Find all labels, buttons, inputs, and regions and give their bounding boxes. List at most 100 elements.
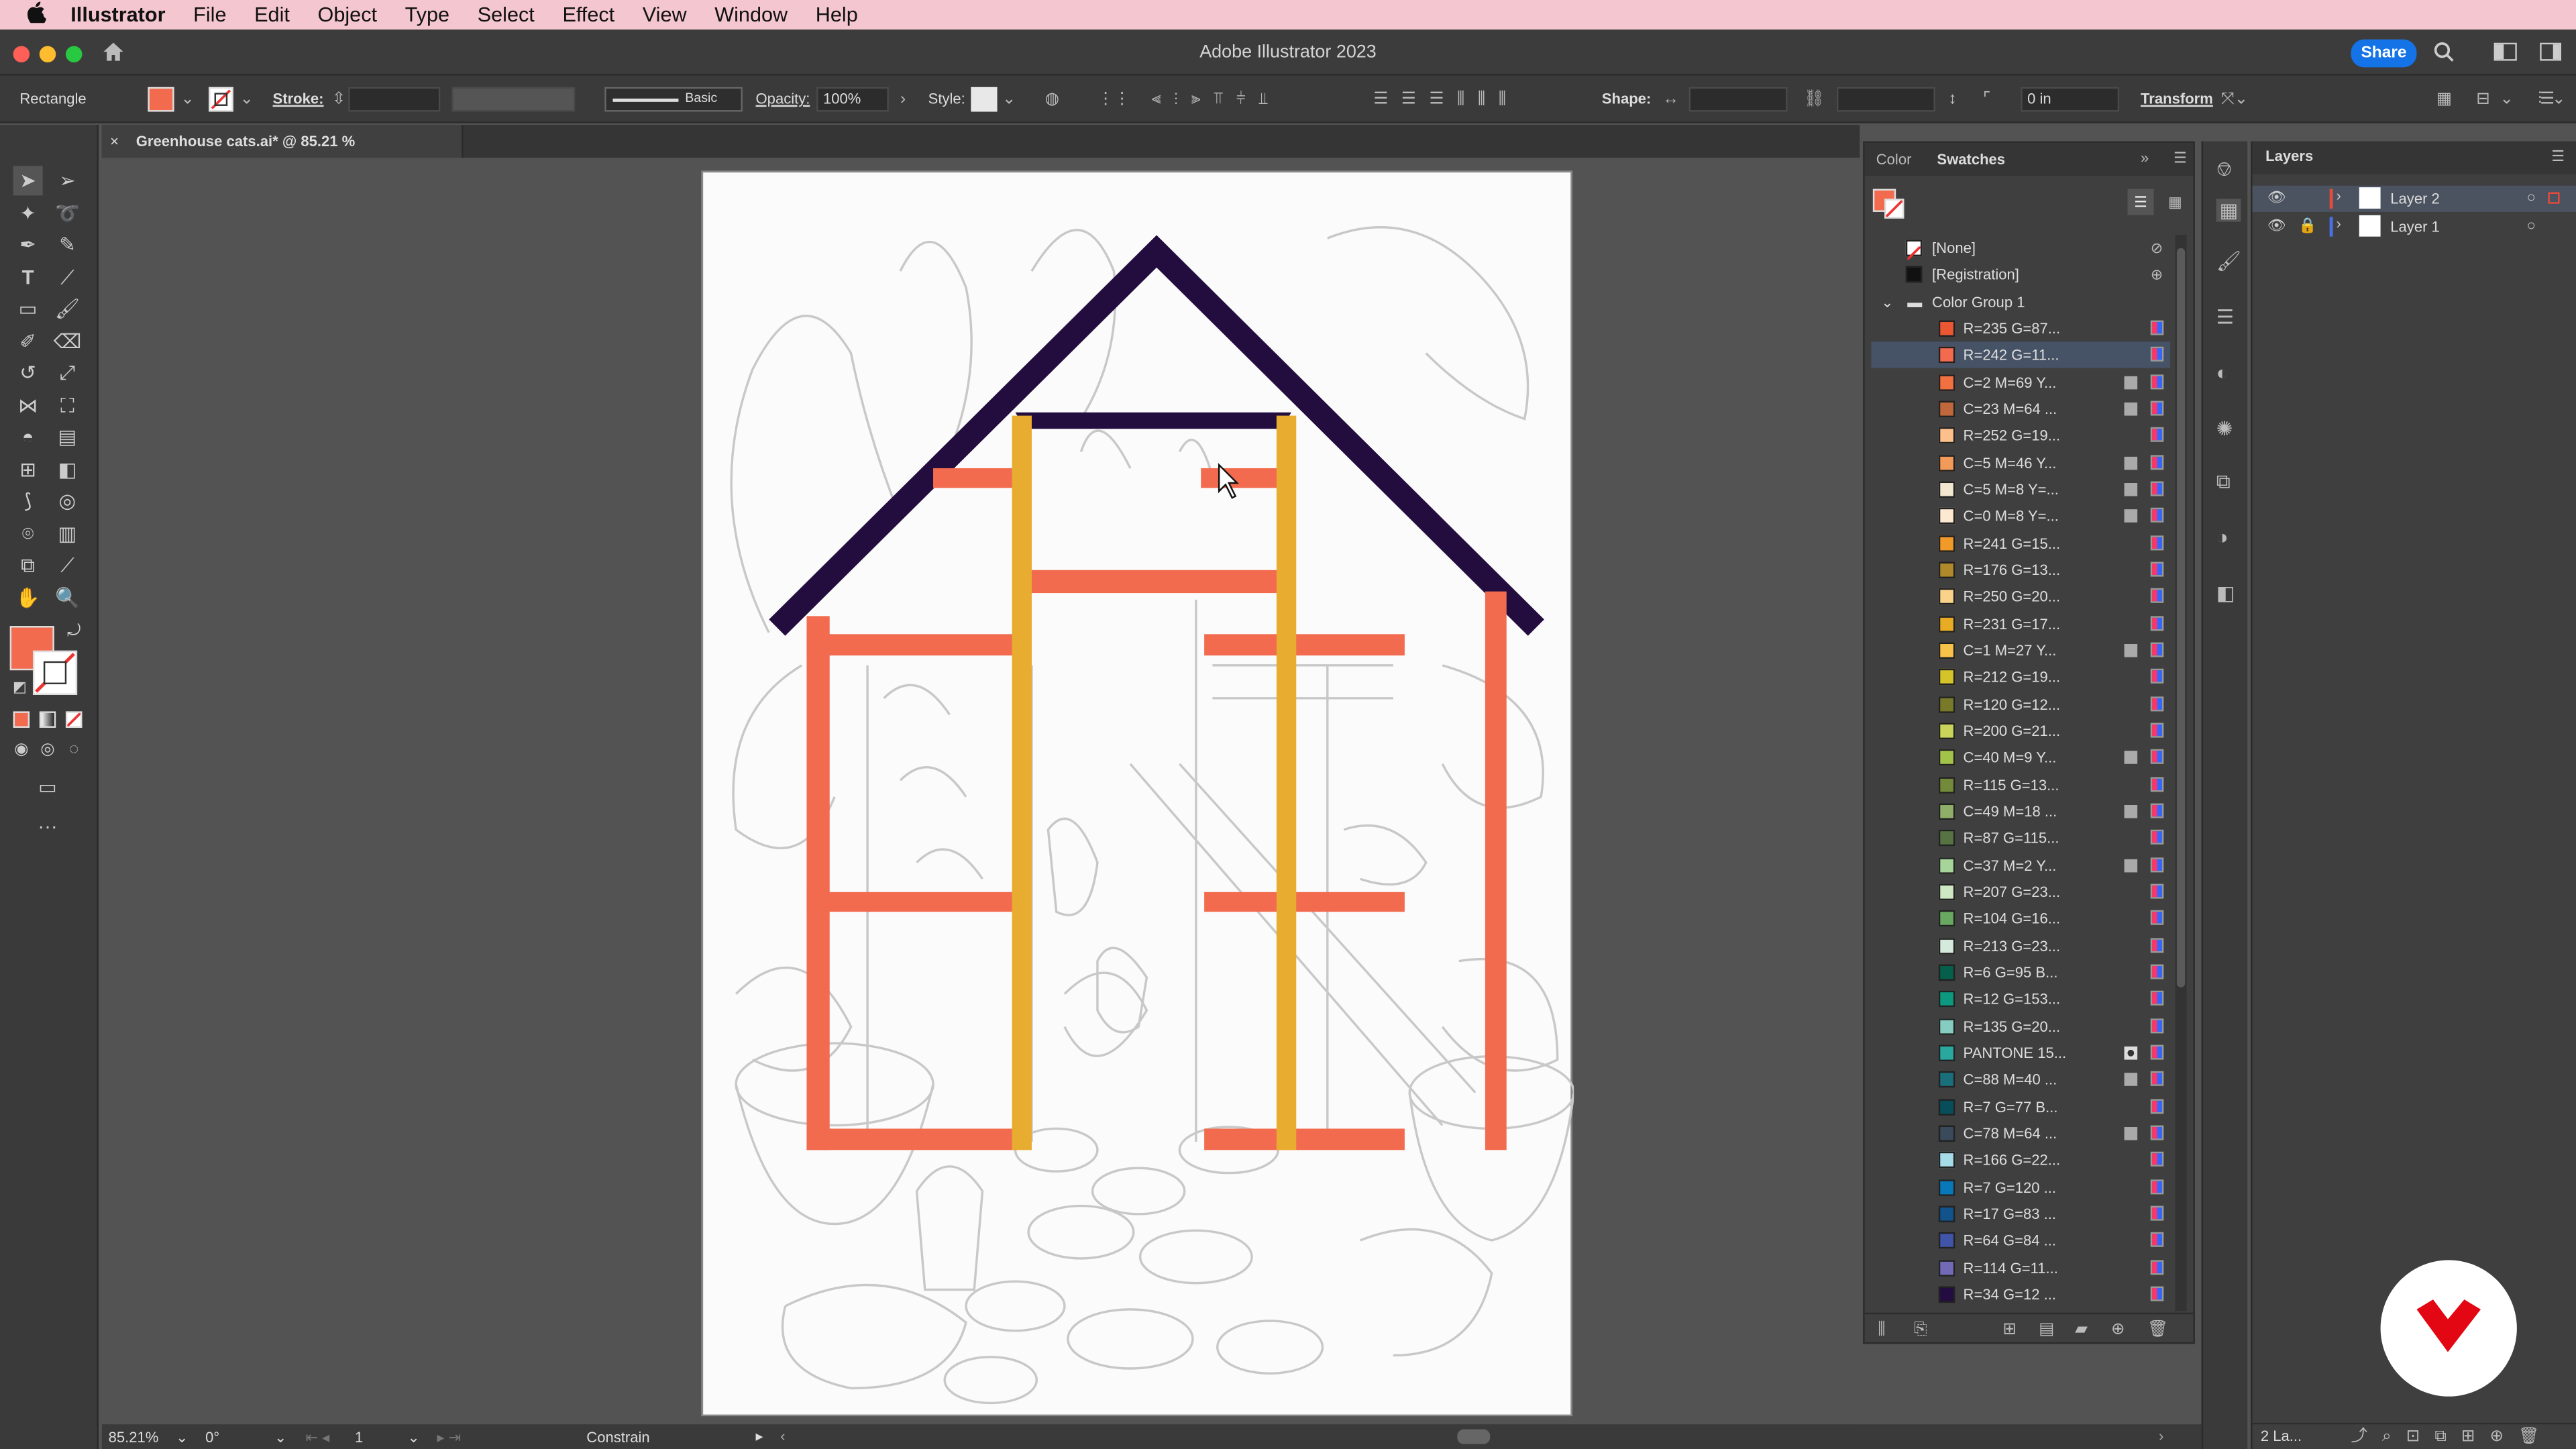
screen-mode-icon[interactable]: ▭ (33, 772, 62, 802)
free-transform-icon[interactable]: ⛶ (52, 391, 82, 421)
shape-width-field[interactable] (1688, 87, 1788, 112)
lasso-icon[interactable]: ➰ (52, 199, 82, 228)
symbol-sprayer-icon[interactable]: ⌾ (13, 519, 43, 549)
zoom-tool-icon[interactable]: 🔍 (52, 583, 82, 612)
swatch-row[interactable]: R=231 G=17... (1871, 610, 2170, 637)
swatch-row[interactable]: R=87 G=115... (1871, 825, 2170, 851)
swatch-row[interactable]: [Registration] ⊕ (1871, 262, 2170, 288)
swap-colors-icon[interactable]: ⤾ (59, 618, 89, 647)
stroke-proxy[interactable] (1884, 199, 1904, 219)
rotation-field[interactable]: 0° (205, 1430, 219, 1446)
share-button[interactable]: Share (2351, 39, 2417, 68)
brushes-panel-icon[interactable]: 🖌 (2216, 250, 2241, 272)
perspective-grid-icon[interactable]: ▤ (52, 422, 82, 451)
more-tools-icon[interactable]: ··· (33, 812, 62, 841)
swatch-row[interactable]: C=78 M=64 ... (1871, 1120, 2170, 1146)
yellow-posts[interactable] (1012, 415, 1297, 1150)
scale-tool-icon[interactable]: ⤢ (52, 358, 82, 388)
artboard-number[interactable]: 1 (355, 1430, 363, 1446)
draw-inside-icon[interactable]: ◌ (59, 736, 89, 765)
panel-menu-icon[interactable]: ☰ (2174, 150, 2187, 168)
chevron-right-icon[interactable]: ▸ (756, 1428, 763, 1446)
visibility-eye-icon[interactable]: 👁 (2267, 217, 2286, 235)
layer-row-layer-1[interactable]: 👁 🔒 › Layer 1 ○ (2253, 213, 2576, 239)
stroke-color-box[interactable] (32, 650, 78, 695)
artboard[interactable] (701, 170, 1575, 1417)
swatch-row[interactable]: C=2 M=69 Y... (1871, 369, 2170, 395)
chevron-right-icon[interactable]: › (900, 89, 906, 111)
swatch-row[interactable]: R=7 G=120 ... (1871, 1174, 2170, 1200)
chevron-down-icon[interactable]: ⌄ (1002, 89, 1016, 111)
line-tool-icon[interactable]: ⟋ (52, 263, 82, 292)
opacity-field[interactable]: 100% (816, 87, 889, 112)
stroke-panel-icon[interactable]: ⎊ (2216, 158, 2233, 180)
variable-width-dropdown[interactable] (451, 87, 576, 112)
selection-indicator[interactable] (2548, 192, 2560, 204)
swatch-row[interactable]: R=241 G=15... (1871, 530, 2170, 556)
shape-builder-icon[interactable]: ◓ (13, 422, 43, 451)
align-icons[interactable]: ⫷⫶⫸⫪⫩⫫ (1152, 89, 1281, 111)
menu-effect[interactable]: Effect (562, 3, 614, 26)
swatch-row[interactable]: PANTONE 15... (1871, 1040, 2170, 1066)
swatch-row[interactable]: R=135 G=20... (1871, 1013, 2170, 1039)
panel-menu-icon[interactable]: ☰ (2540, 89, 2555, 111)
artboard-nav-icons[interactable]: ▸ ⇥ (437, 1430, 461, 1448)
trash-icon[interactable]: 🗑 (2147, 1320, 2168, 1342)
chevron-right-icon[interactable]: › (2336, 187, 2341, 203)
magic-wand-icon[interactable]: ✦ (13, 199, 43, 228)
transform-options-icon[interactable]: ⤧⌄ (2221, 89, 2248, 111)
swatch-row[interactable]: R=176 G=13... (1871, 557, 2170, 583)
swatch-row[interactable]: [None] ⊘ (1871, 235, 2170, 261)
chevron-down-icon[interactable]: ⌄ (407, 1430, 419, 1448)
swatch-scrollbar[interactable] (2175, 235, 2187, 1311)
paintbrush-icon[interactable]: 🖌 (52, 294, 82, 323)
menu-app[interactable]: Illustrator (70, 3, 165, 26)
symbols-panel-icon[interactable]: ✺ (2216, 417, 2233, 440)
graph-tool-icon[interactable]: ▥ (52, 519, 82, 549)
width-tool-icon[interactable]: ⋈ (13, 391, 43, 421)
menu-window[interactable]: Window (714, 3, 788, 26)
menu-file[interactable]: File (193, 3, 226, 26)
swatch-row[interactable]: C=5 M=8 Y=... (1871, 476, 2170, 502)
blend-tool-icon[interactable]: ◎ (52, 486, 82, 516)
apple-icon[interactable] (25, 1, 48, 28)
slice-tool-icon[interactable]: ⟋ (52, 550, 82, 580)
chevron-down-icon[interactable]: ⌄ (240, 89, 254, 111)
fill-swatch[interactable] (148, 87, 174, 112)
corner-radius-field[interactable]: 0 in (2021, 87, 2120, 112)
swatch-row[interactable]: R=235 G=87... (1871, 315, 2170, 341)
gradient-mode-icon[interactable] (39, 711, 56, 728)
gradient-panel-icon[interactable]: ◧ (2216, 582, 2235, 604)
artboard-tool-icon[interactable]: ⧉ (13, 550, 43, 580)
swatch-row[interactable]: C=40 M=9 Y... (1871, 745, 2170, 771)
panel-layout-icon[interactable] (2540, 42, 2561, 64)
menu-select[interactable]: Select (478, 3, 535, 26)
artboard-nav-icons[interactable]: ⇤ ◂ (306, 1430, 330, 1448)
layers-title[interactable]: Layers (2265, 148, 2313, 164)
tab-swatches[interactable]: Swatches (1937, 151, 2005, 167)
workspace-icon[interactable] (2493, 42, 2517, 64)
horizontal-scrollbar[interactable] (1457, 1429, 1491, 1444)
lock-icon[interactable]: 🔒 (2298, 217, 2316, 235)
swatch-options-icon[interactable]: ⊞ (2002, 1320, 2017, 1342)
layer-name[interactable]: Layer 2 (2390, 191, 2440, 207)
default-colors-icon[interactable]: ◩ (5, 672, 34, 702)
shaper-tool-icon[interactable]: ✐ (13, 327, 43, 356)
link-icon[interactable]: ⛓ (1804, 89, 1825, 111)
swatch-row[interactable]: R=120 G=12... (1871, 691, 2170, 717)
menu-type[interactable]: Type (405, 3, 449, 26)
orange-frame[interactable] (806, 468, 1507, 1150)
grid-view-icon[interactable]: ▦ (2162, 189, 2188, 215)
swatch-row[interactable]: C=88 M=40 ... (1871, 1067, 2170, 1093)
chevron-right-icon[interactable]: › (2159, 1428, 2163, 1444)
chevron-right-icon[interactable]: › (2336, 215, 2341, 231)
gradient-tool-icon[interactable]: ◧ (52, 455, 82, 484)
swatch-row[interactable]: R=115 G=13... (1871, 771, 2170, 798)
swatch-row[interactable]: C=5 M=46 Y... (1871, 449, 2170, 476)
eraser-icon[interactable]: ⌫ (52, 327, 82, 356)
none-mode-icon[interactable] (65, 711, 83, 728)
swatch-row[interactable]: R=213 G=23... (1871, 932, 2170, 959)
swatch-row[interactable]: C=49 M=18 ... (1871, 798, 2170, 824)
swatch-row[interactable]: R=207 G=23... (1871, 879, 2170, 905)
swatch-row[interactable]: R=12 G=153... (1871, 986, 2170, 1012)
